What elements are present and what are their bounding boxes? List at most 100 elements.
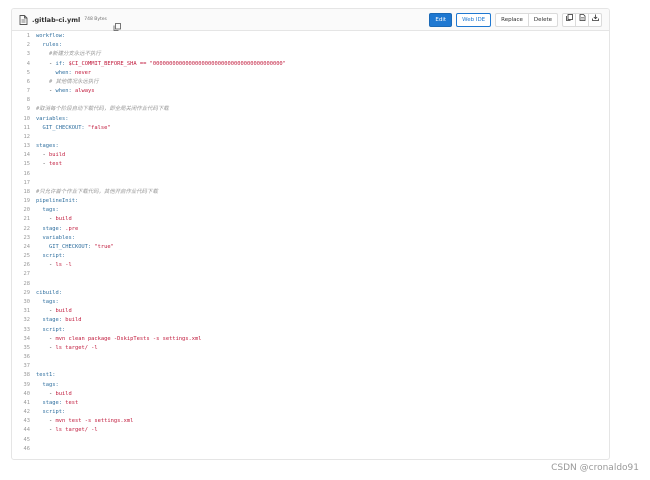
copy-source-button[interactable] (562, 12, 576, 27)
code-line: 17 (12, 179, 609, 188)
code-line: 18 #只允许首个作业下载代码，其他开启作业代码下载 (12, 188, 609, 197)
line-number[interactable]: 43 (12, 417, 36, 426)
line-number[interactable]: 11 (12, 124, 36, 133)
line-number[interactable]: 18 (12, 188, 36, 197)
line-content: # 其他情况永远执行 (36, 78, 99, 87)
line-number[interactable]: 33 (12, 326, 36, 335)
code-token: build (55, 308, 72, 315)
line-number[interactable]: 46 (12, 445, 36, 454)
line-number[interactable]: 22 (12, 225, 36, 234)
line-number[interactable]: 35 (12, 344, 36, 353)
line-number[interactable]: 15 (12, 160, 36, 169)
code-token: when: (55, 88, 72, 95)
code-line: 34 - mvn clean package -DskipTests -s se… (12, 335, 609, 344)
code-line: 31 - build (12, 307, 609, 316)
code-line: 36 (12, 353, 609, 362)
copy-icon[interactable] (113, 16, 121, 31)
line-number[interactable]: 30 (12, 298, 36, 307)
line-content: - mvn clean package -DskipTests -s setti… (36, 335, 202, 344)
line-number[interactable]: 36 (12, 353, 36, 362)
file-holder: .gitlab-ci.yml 748 Bytes Edit Web IDE Re… (11, 8, 610, 460)
line-number[interactable]: 10 (12, 115, 36, 124)
code-line: 22 stage: .pre (12, 225, 609, 234)
code-line: 43 - mvn test -s settings.xml (12, 417, 609, 426)
line-content: stage: test (36, 399, 78, 408)
line-content: when: never (36, 69, 91, 78)
line-number[interactable]: 28 (12, 280, 36, 289)
raw-file-button[interactable] (576, 12, 589, 27)
line-content: - build (36, 151, 65, 160)
line-number[interactable]: 44 (12, 426, 36, 435)
code-token: build (48, 152, 66, 159)
line-number[interactable]: 16 (12, 170, 36, 179)
line-content: - ls -l (36, 261, 72, 270)
line-number[interactable]: 23 (12, 234, 36, 243)
watermark: CSDN @cronaldo91 (551, 463, 639, 473)
copy-source-icon (565, 13, 573, 26)
code-token: .pre (61, 225, 79, 232)
line-content: GIT_CHECKOUT: "true" (36, 243, 114, 252)
line-number[interactable]: 39 (12, 381, 36, 390)
code-line: 45 (12, 436, 609, 445)
line-number[interactable]: 20 (12, 206, 36, 215)
line-number[interactable]: 9 (12, 105, 36, 114)
line-content: workflow: (36, 32, 65, 41)
line-content: stage: .pre (36, 225, 78, 234)
line-number[interactable]: 27 (12, 270, 36, 279)
code-line: 4 - if: $CI_COMMIT_BEFORE_SHA == "000000… (12, 60, 609, 69)
line-number[interactable]: 45 (12, 436, 36, 445)
line-number[interactable]: 37 (12, 362, 36, 371)
code-token: ls target/ -l (55, 344, 98, 351)
line-number[interactable]: 4 (12, 60, 36, 69)
code-token: test (48, 161, 62, 168)
delete-button[interactable]: Delete (528, 12, 558, 27)
line-number[interactable]: 21 (12, 215, 36, 224)
code-token: build (55, 216, 72, 223)
line-number[interactable]: 13 (12, 142, 36, 151)
code-token: - (36, 60, 56, 67)
line-content: - mvn test -s settings.xml (36, 417, 133, 426)
line-number[interactable]: 42 (12, 408, 36, 417)
line-number[interactable]: 24 (12, 243, 36, 252)
code-token: when: (36, 69, 72, 76)
line-number[interactable]: 17 (12, 179, 36, 188)
line-number[interactable]: 2 (12, 41, 36, 50)
code-line: 38 test1: (12, 371, 609, 380)
line-number[interactable]: 7 (12, 87, 36, 96)
line-content: test1: (36, 371, 55, 380)
line-number[interactable]: 26 (12, 261, 36, 270)
line-number[interactable]: 14 (12, 151, 36, 160)
code-line: 46 (12, 445, 609, 454)
code-line: 8 (12, 96, 609, 105)
web-ide-button[interactable]: Web IDE (456, 12, 492, 27)
line-number[interactable]: 5 (12, 69, 36, 78)
line-number[interactable]: 38 (12, 371, 36, 380)
line-content: tags: (36, 298, 58, 307)
code-token: $CI_COMMIT_BEFORE_SHA == "00000000000000… (65, 60, 286, 67)
code-view[interactable]: 1 workflow: 2 rules: 3 #新建分支永远不执行 4 - if: $C… (12, 32, 609, 459)
code-line: 29 cibuild: (12, 289, 609, 298)
code-line: 5 when: never (12, 69, 609, 78)
line-number[interactable]: 19 (12, 197, 36, 206)
line-number[interactable]: 3 (12, 50, 36, 59)
line-content: - build (36, 215, 72, 224)
edit-button[interactable]: Edit (429, 12, 453, 27)
line-number[interactable]: 8 (12, 96, 36, 105)
line-number[interactable]: 32 (12, 316, 36, 325)
line-number[interactable]: 29 (12, 289, 36, 298)
line-number[interactable]: 6 (12, 78, 36, 87)
line-number[interactable]: 1 (12, 32, 36, 41)
line-content: rules: (36, 41, 61, 50)
line-number[interactable]: 34 (12, 335, 36, 344)
replace-button[interactable]: Replace (495, 12, 529, 27)
code-line: 19 pipelineInit: (12, 197, 609, 206)
line-number[interactable]: 41 (12, 399, 36, 408)
code-line: 12 (12, 133, 609, 142)
line-number[interactable]: 40 (12, 390, 36, 399)
download-button[interactable] (589, 12, 602, 27)
line-number[interactable]: 25 (12, 252, 36, 261)
line-number[interactable]: 12 (12, 133, 36, 142)
line-content: GIT_CHECKOUT: "false" (36, 124, 110, 133)
code-token: if: (55, 60, 66, 67)
line-number[interactable]: 31 (12, 307, 36, 316)
